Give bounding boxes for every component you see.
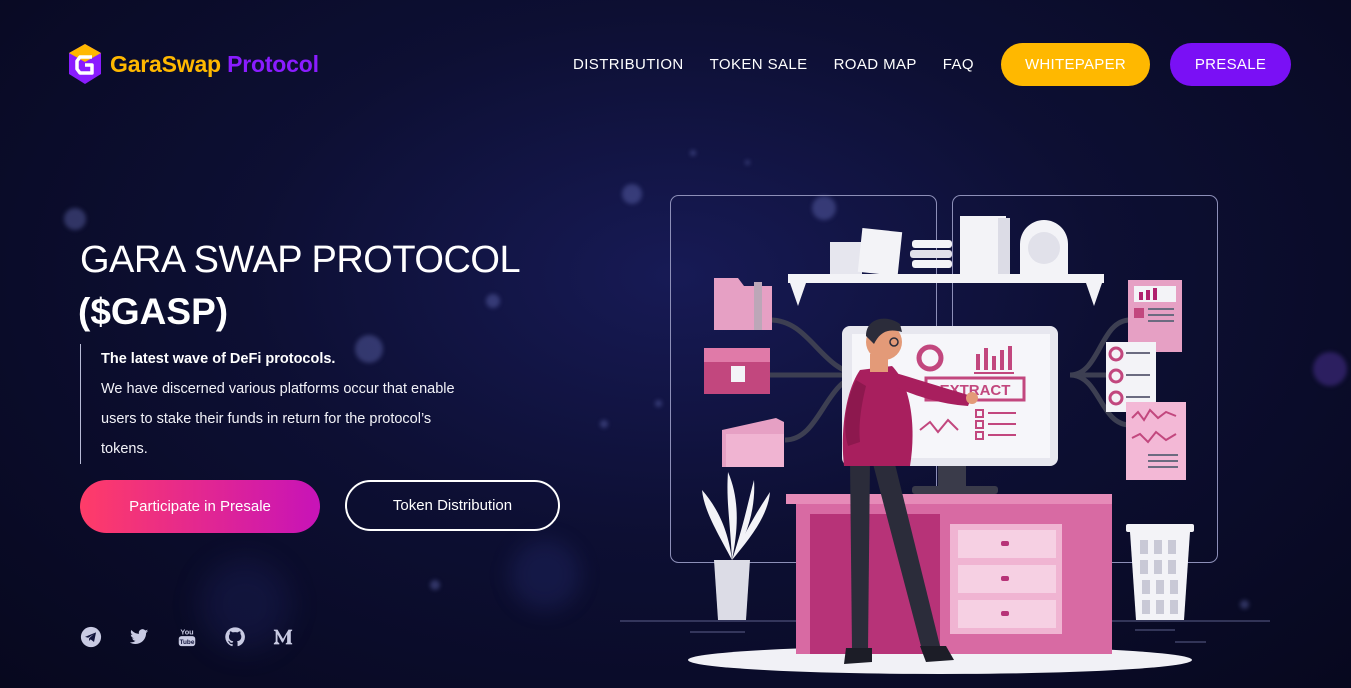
brand-logo[interactable]: GaraSwap Protocol (68, 43, 319, 85)
svg-text:Tube: Tube (180, 639, 195, 646)
whitepaper-button[interactable]: WHITEPAPER (1001, 43, 1150, 86)
shelf (788, 216, 1104, 306)
nav-link-road-map[interactable]: ROAD MAP (834, 56, 917, 73)
svg-text:You: You (180, 627, 193, 636)
telegram-icon[interactable] (80, 626, 102, 648)
main-nav: DISTRIBUTION TOKEN SALE ROAD MAP FAQ (573, 56, 974, 73)
hero-description-text: We have discerned various platforms occu… (101, 381, 455, 457)
hero-illustration: EXTRACT (620, 195, 1270, 674)
nav-link-distribution[interactable]: DISTRIBUTION (573, 56, 684, 73)
desk (786, 494, 1112, 654)
social-links: You Tube (80, 626, 294, 648)
nav-link-token-sale[interactable]: TOKEN SALE (710, 56, 808, 73)
youtube-icon[interactable]: You Tube (176, 626, 198, 648)
brand-name: GaraSwap Protocol (110, 50, 319, 77)
trash-bin (1126, 524, 1194, 620)
hero-description: The latest wave of DeFi protocols. We ha… (80, 344, 461, 464)
nav-link-faq[interactable]: FAQ (943, 56, 974, 73)
hero-title: GARA SWAP PROTOCOL (80, 239, 521, 281)
token-distribution-button[interactable]: Token Distribution (345, 480, 560, 531)
hero-ticker: ($GASP) (78, 291, 229, 332)
garaswap-logo-icon (69, 44, 101, 84)
medium-icon[interactable] (272, 626, 294, 648)
github-icon[interactable] (224, 626, 246, 648)
right-document-icons (1106, 280, 1186, 480)
twitter-icon[interactable] (128, 626, 150, 648)
presale-button[interactable]: PRESALE (1170, 43, 1291, 86)
participate-presale-button[interactable]: Participate in Presale (80, 480, 320, 533)
plant (702, 472, 770, 620)
hero-tagline: The latest wave of DeFi protocols. (101, 351, 336, 367)
